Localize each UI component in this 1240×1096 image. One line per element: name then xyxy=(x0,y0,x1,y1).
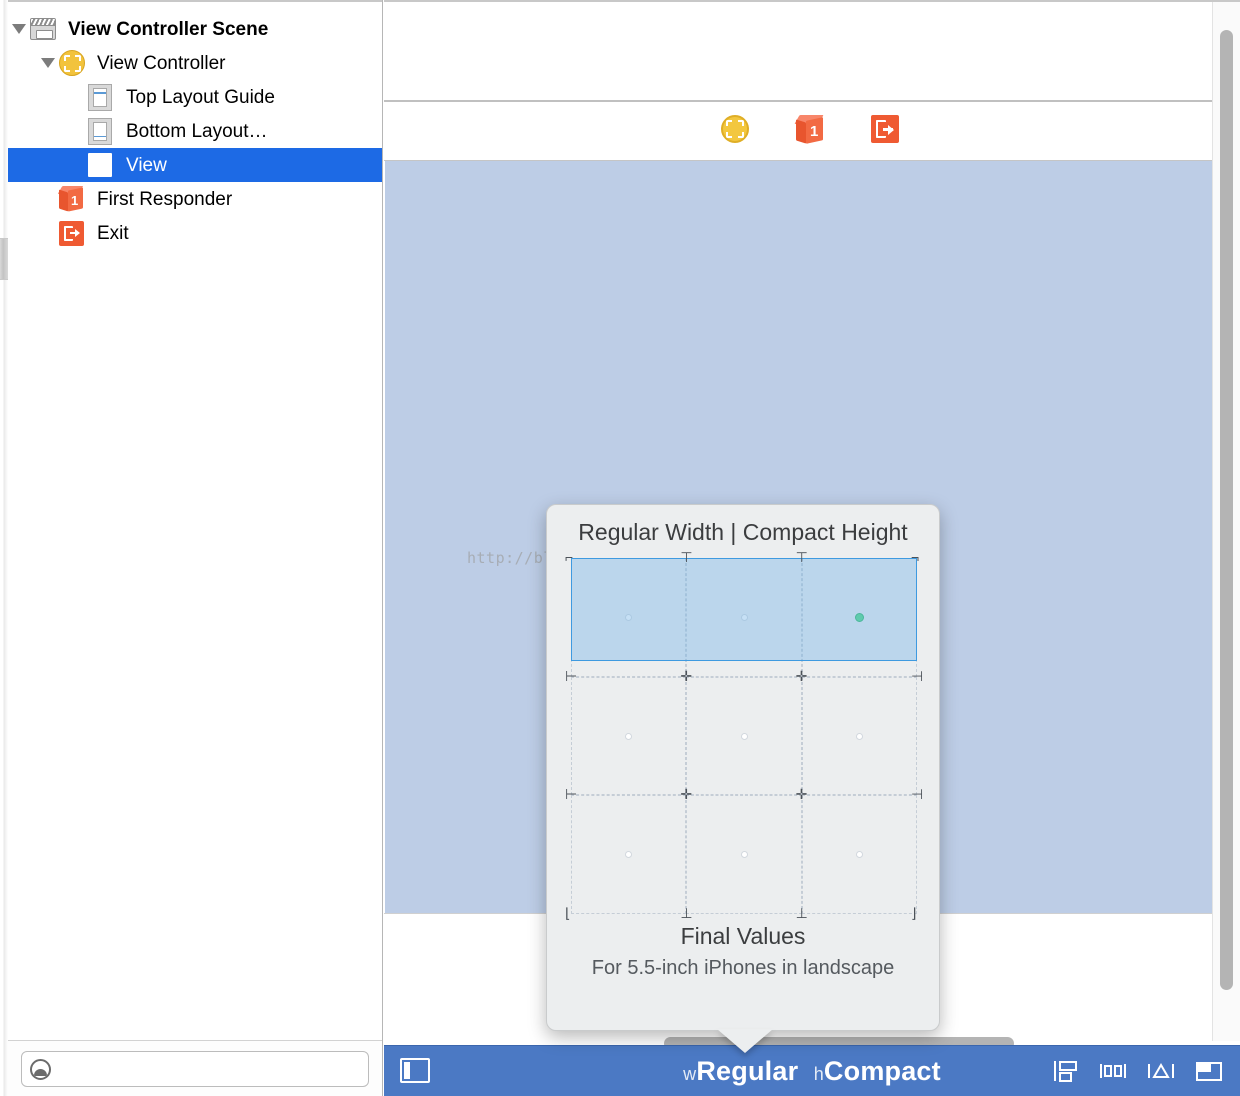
size-class-dot-r1-c1[interactable] xyxy=(740,732,748,740)
grid-handle-9: ✛ xyxy=(680,786,693,803)
xcode-interface-builder-window: View Controller Scene View Controller Top … xyxy=(0,0,1240,1096)
scene-dock[interactable]: 1 xyxy=(384,102,1240,160)
size-class-dot-r2-c2[interactable] xyxy=(855,851,863,859)
outline-row-label: View Controller Scene xyxy=(68,18,269,40)
grid-handle-8: ⊢ xyxy=(565,786,578,803)
grid-handle-4: ⊢ xyxy=(565,667,578,684)
resolve-auto-layout-button[interactable] xyxy=(1192,1055,1226,1087)
popover-title: Regular Width | Compact Height xyxy=(578,519,908,545)
first-responder-dock-icon[interactable]: 1 xyxy=(794,115,828,147)
grid-handle-7: ⊣ xyxy=(911,667,924,684)
exit-dock-icon[interactable] xyxy=(871,115,903,147)
grid-handle-0: ⌐ xyxy=(565,549,574,565)
size-class-popover[interactable]: Regular Width | Compact Height ⌐ ⊤ ⊤ ¬ ⊢ ✛ ✛ ⊣ ⊢… xyxy=(546,504,940,1031)
panel-splitter[interactable] xyxy=(0,0,8,1096)
grid-handle-5: ✛ xyxy=(680,667,693,684)
scene-icon xyxy=(30,14,60,44)
outline-row-label: First Responder xyxy=(97,188,233,210)
size-class-dot-r2-c1[interactable] xyxy=(740,851,748,859)
disclosure-triangle-icon[interactable] xyxy=(8,12,30,46)
outline-row-label: Top Layout Guide xyxy=(126,86,275,108)
outline-row-label: Exit xyxy=(97,222,129,244)
grid-handle-15: ⌋ xyxy=(911,905,917,921)
width-prefix: w xyxy=(683,1063,697,1084)
size-class-status-bar[interactable]: wRegular hCompact xyxy=(384,1045,1240,1096)
final-values-description: For 5.5-inch iPhones in landscape xyxy=(591,957,895,979)
grid-handle-3: ¬ xyxy=(911,549,920,565)
align-button[interactable] xyxy=(1096,1055,1130,1087)
outline-row-bottom-layout[interactable]: Bottom Layout… xyxy=(8,114,382,148)
pin-button[interactable] xyxy=(1144,1055,1178,1087)
outline-row-label: Bottom Layout… xyxy=(126,120,268,142)
grid-handle-1: ⊤ xyxy=(680,549,693,565)
outline-row-first-responder[interactable]: 1 First Responder xyxy=(8,182,382,216)
outline-row-label: View Controller xyxy=(97,52,226,74)
canvas-upper-area xyxy=(384,2,1240,100)
canvas-vertical-scrollbar[interactable] xyxy=(1212,2,1240,1041)
outline-row-view-controller[interactable]: View Controller xyxy=(8,46,382,80)
view-controller-icon xyxy=(59,48,89,78)
outline-filter-bar xyxy=(8,1040,382,1096)
filter-icon[interactable] xyxy=(30,1059,51,1080)
disclosure-triangle-icon[interactable] xyxy=(37,46,59,80)
grid-handle-12: ⌊ xyxy=(565,905,571,921)
outline-row-view-controller-scene[interactable]: View Controller Scene xyxy=(8,12,382,46)
outline-row-exit[interactable]: Exit xyxy=(8,216,382,250)
top-layout-guide-icon xyxy=(88,82,118,112)
grid-handle-10: ✛ xyxy=(795,786,808,803)
view-controller-dock-icon[interactable] xyxy=(721,115,753,147)
height-class: Compact xyxy=(823,1055,941,1086)
first-responder-badge: 1 xyxy=(810,123,819,140)
outline-filter-field[interactable] xyxy=(21,1051,369,1087)
height-prefix: h xyxy=(813,1063,824,1084)
grid-handle-6: ✛ xyxy=(795,667,808,684)
grid-handle-11: ⊣ xyxy=(911,786,924,803)
document-outline-tree[interactable]: View Controller Scene View Controller Top … xyxy=(8,12,382,250)
grid-handle-14: ⊥ xyxy=(795,905,808,921)
outline-row-view[interactable]: View xyxy=(8,148,382,182)
splitter-grip[interactable] xyxy=(0,238,8,280)
bottom-layout-guide-icon xyxy=(88,116,118,146)
stack-button[interactable] xyxy=(1048,1055,1082,1087)
auto-layout-toolbar[interactable] xyxy=(1048,1055,1226,1087)
outline-row-label: View xyxy=(126,154,167,176)
popover-arrow xyxy=(717,1029,773,1053)
width-class: Regular xyxy=(696,1055,799,1086)
grid-handle-2: ⊤ xyxy=(795,549,808,565)
panel-top-border xyxy=(8,0,382,2)
final-values-label: Final Values xyxy=(680,923,806,949)
size-class-dot-r1-c2[interactable] xyxy=(855,732,863,740)
exit-icon xyxy=(59,218,89,248)
document-outline-panel: View Controller Scene View Controller Top … xyxy=(0,0,383,1096)
view-icon xyxy=(88,150,118,180)
canvas-vertical-scrollbar-thumb[interactable] xyxy=(1220,30,1233,990)
size-class-dot-r1-c0[interactable] xyxy=(625,732,633,740)
first-responder-icon: 1 xyxy=(57,184,89,214)
size-class-selection[interactable] xyxy=(571,558,917,661)
grid-handle-13: ⊥ xyxy=(680,905,693,921)
outline-row-top-layout-guide[interactable]: Top Layout Guide xyxy=(8,80,382,114)
